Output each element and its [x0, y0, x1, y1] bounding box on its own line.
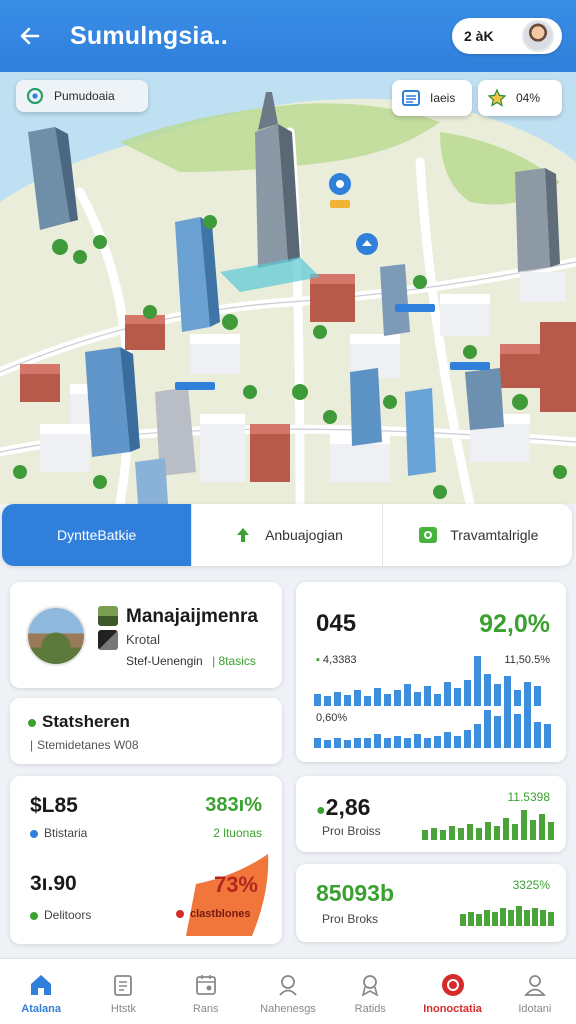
map-canvas [0, 72, 576, 504]
city-map[interactable]: Pumudoaia Iaeis 04% [0, 72, 576, 504]
green-chart-1-value-text: 2,86 [325, 794, 371, 820]
nav-label: Rans [192, 1003, 219, 1015]
green-chart-2-value: 85093b [316, 880, 395, 906]
green-chart-card-1[interactable]: ●2,86 Proı Broiss 11.5398 [296, 776, 566, 852]
metric-pct: 92,0% [479, 610, 550, 638]
finance-label-2-text: Delitoors [44, 908, 92, 922]
profile-line-label: Stef-Uenengin [126, 654, 203, 668]
finance-label-1-text: Btistaria [44, 826, 88, 840]
nav-label: Idotani [518, 1003, 552, 1015]
status-marker-icon: | [30, 738, 34, 752]
app-header: Sumulngsia.. 2 àK [0, 0, 576, 72]
nav-item-plans[interactable]: Rans [165, 959, 247, 1024]
nav-label: Atalana [21, 1003, 62, 1015]
tab-dashboard[interactable]: DyntteBatkie [2, 504, 193, 566]
nav-item-tasks[interactable]: Htstk [82, 959, 164, 1024]
profile-card[interactable]: Manajaijmenra Krotal Stef-Uenengin | 8ta… [10, 582, 282, 688]
nav-item-ratings[interactable]: Ratids [329, 959, 411, 1024]
user-search-icon [274, 971, 302, 999]
green-chart-card-2[interactable]: 85093b Proı Broks 3325% [296, 864, 566, 942]
nav-label: Ratids [354, 1003, 386, 1015]
green-bar-chart-1 [422, 810, 554, 840]
view-tabs: DyntteBatkie Anbuajogian Travamtalrigle [2, 504, 572, 566]
nav-label: Inonoctatia [423, 1003, 482, 1015]
profile-line: Stef-Uenengin | 8tasics [126, 654, 256, 668]
tab-travel[interactable]: Travamtalrigle [383, 504, 572, 566]
status-card[interactable]: Statsheren | Stemidetanes W08 [10, 698, 282, 764]
green-chart-1-label: Proı Broiss [322, 824, 381, 838]
green-dot-icon [30, 911, 38, 920]
tab-analytics[interactable]: Anbuajogian [192, 504, 383, 566]
avatar[interactable] [522, 20, 554, 52]
status-title: Statsheren [28, 712, 130, 732]
list-icon [398, 85, 424, 111]
green-bar-chart-2 [460, 906, 554, 926]
nav-item-notifications[interactable]: Inonoctatia [411, 959, 493, 1024]
page-title: Sumulngsia.. [70, 22, 228, 50]
calendar-icon [192, 971, 220, 999]
metric-value: 045 [316, 610, 357, 637]
record-icon [439, 971, 467, 999]
finance-sub-2-text: clastblones [190, 908, 251, 920]
finance-label-1: Btistaria [30, 826, 87, 840]
tab-label: DyntteBatkie [56, 527, 137, 543]
profile-title: Manajaijmenra [126, 606, 258, 627]
badge-icon [416, 523, 440, 547]
layers-chip-label: Iaeis [430, 91, 456, 105]
back-button[interactable] [14, 20, 46, 52]
profile-subtitle: Krotal [126, 632, 160, 647]
nav-item-search[interactable]: Nahenesgs [247, 959, 329, 1024]
star-icon [484, 85, 510, 111]
location-icon [22, 83, 48, 109]
bottom-nav: Atalana Htstk Rans Nahenesgs Ratids Inon… [0, 958, 576, 1024]
arrow-left-icon [20, 27, 40, 45]
finance-pct-2: 73% [213, 872, 258, 897]
status-title-text: Statsheren [42, 712, 130, 731]
account-value: 2 àK [464, 28, 494, 44]
thumbnail-small-2 [98, 630, 118, 650]
finance-value-2: 3ı.90 [30, 872, 77, 895]
tab-label: Travamtalrigle [450, 527, 539, 543]
finance-label-2: Delitoors [30, 908, 91, 922]
status-subtitle-text: Stemidetanes W08 [37, 738, 139, 752]
green-chart-1-value: ●2,86 [316, 794, 370, 821]
thumbnail-small-1 [98, 606, 118, 626]
status-dot-icon [28, 718, 36, 727]
location-chip[interactable]: Pumudoaia [16, 80, 148, 112]
status-subtitle: | Stemidetanes W08 [30, 738, 139, 752]
bar-chart [314, 656, 551, 748]
finance-card[interactable]: $L85 383ı% Btistaria 2 ltuonas 3ı.90 73%… [10, 776, 282, 944]
person-up-icon [231, 523, 255, 547]
property-thumbnail [26, 606, 86, 666]
clipboard-icon [109, 971, 137, 999]
tab-label: Anbuajogian [265, 527, 343, 543]
finance-pct-1: 383ı% [205, 794, 262, 816]
account-pill[interactable]: 2 àK [452, 18, 562, 54]
green-chart-1-right-value: 11.5398 [507, 790, 551, 804]
metrics-chart-card[interactable]: 045 92,0% ▪ 4,3383 11,50.5% 0,60% [296, 582, 566, 762]
blue-dot-icon [30, 829, 38, 838]
nav-item-home[interactable]: Atalana [0, 959, 82, 1024]
green-chart-2-label: Proı Broks [322, 912, 379, 926]
finance-value-1: $L85 [30, 794, 78, 817]
layers-chip[interactable]: Iaeis [392, 80, 472, 116]
badge-icon [356, 971, 384, 999]
nav-label: Nahenesgs [260, 1003, 316, 1015]
nav-item-profile[interactable]: Idotani [494, 959, 576, 1024]
percent-chip[interactable]: 04% [478, 80, 562, 116]
location-chip-label: Pumudoaia [54, 89, 115, 103]
finance-sub-1: 2 ltuonas [213, 826, 262, 840]
nav-label: Htstk [110, 1003, 136, 1015]
green-dot-icon: ● [316, 802, 326, 819]
home-icon [27, 971, 55, 999]
green-chart-2-right-value: 3325% [512, 878, 550, 892]
profile-icon [521, 971, 549, 999]
red-dot-icon [176, 910, 184, 919]
finance-sub-2: clastblones [176, 908, 251, 920]
percent-chip-label: 04% [516, 91, 541, 105]
profile-line-badge: | 8tasics [212, 654, 256, 668]
